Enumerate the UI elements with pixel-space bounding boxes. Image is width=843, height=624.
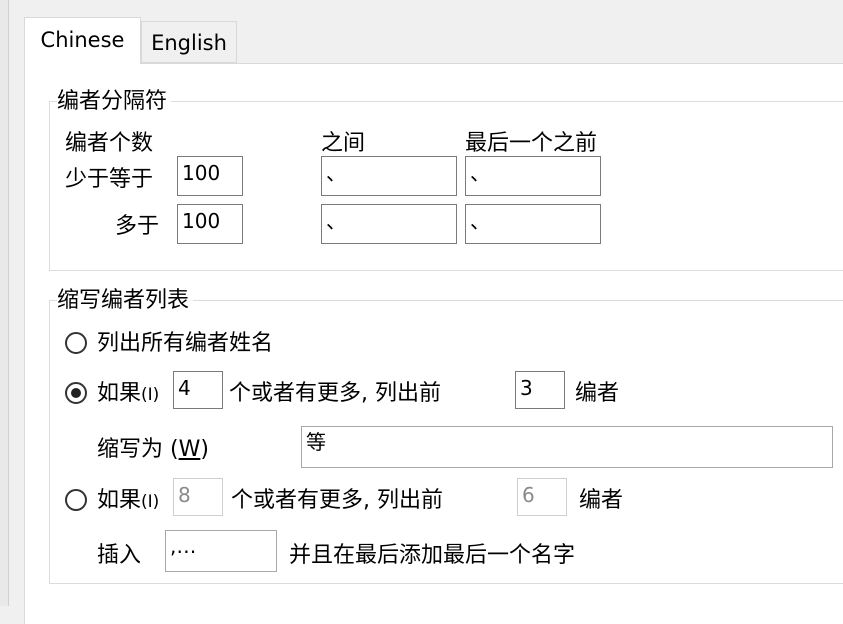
abbreviate-as-input[interactable]: 等 [301,426,833,468]
if2-text: 如果 [97,488,142,513]
between-header: 之间 [321,131,366,156]
left-edge [0,0,9,606]
insert-label: 插入 [97,543,142,568]
editors-label: 编者 [575,381,620,406]
insert-input[interactable]: ,… [165,530,277,572]
or-more2-label: 个或者有更多, 列出前 [231,488,443,513]
more-than-before-last-input[interactable]: 、 [465,204,601,244]
abbreviate-first-input[interactable]: 3 [515,371,565,409]
radio-selected-dot [71,388,81,398]
tab-english[interactable]: English [141,21,237,63]
more-than-between-input[interactable]: 、 [321,204,457,244]
if-text: 如果 [97,381,142,406]
less-or-equal-label: 少于等于 [65,167,154,192]
tab-chinese[interactable]: Chinese [24,17,141,64]
if-hotkey: (I) [141,385,160,405]
or-more-label: 个或者有更多, 列出前 [229,381,441,406]
abbreviate-group-title: 缩写编者列表 [57,288,194,314]
count-header: 编者个数 [65,131,154,156]
abbreviate-min-input[interactable]: 4 [173,371,223,409]
before-last-header: 最后一个之前 [465,131,598,156]
if2-hotkey: (I) [141,492,160,512]
abbreviate-if-radio[interactable] [65,382,87,404]
abbreviate-as-hotkey: W [178,437,201,462]
less-or-equal-before-last-input[interactable]: 、 [465,156,601,196]
abbreviate2-min-input[interactable]: 8 [173,478,223,516]
list-all-label: 列出所有编者姓名 [97,331,274,356]
less-or-equal-between-input[interactable]: 、 [321,156,457,196]
less-or-equal-count-input[interactable]: 100 [177,156,243,196]
editors2-label: 编者 [579,488,624,513]
abbreviate2-first-input[interactable]: 6 [517,478,567,516]
abbreviate-as-text: 缩写为 ( [97,437,179,462]
more-than-count-input[interactable]: 100 [177,204,243,244]
abbreviate-if2-radio[interactable] [65,489,87,511]
tab-panel: 编者分隔符 编者个数 之间 最后一个之前 少于等于 100 、 、 多于 100… [24,63,843,624]
abbreviate-as-close: ) [200,437,209,462]
list-all-radio[interactable] [65,332,87,354]
insert-suffix-label: 并且在最后添加最后一个名字 [289,543,576,568]
more-than-label: 多于 [115,214,160,239]
if2-label: 如果(I) [97,488,159,515]
abbreviate-as-label: 缩写为 (W) [97,437,209,463]
if-label: 如果(I) [97,381,159,408]
separators-group-title: 编者分隔符 [57,89,172,115]
